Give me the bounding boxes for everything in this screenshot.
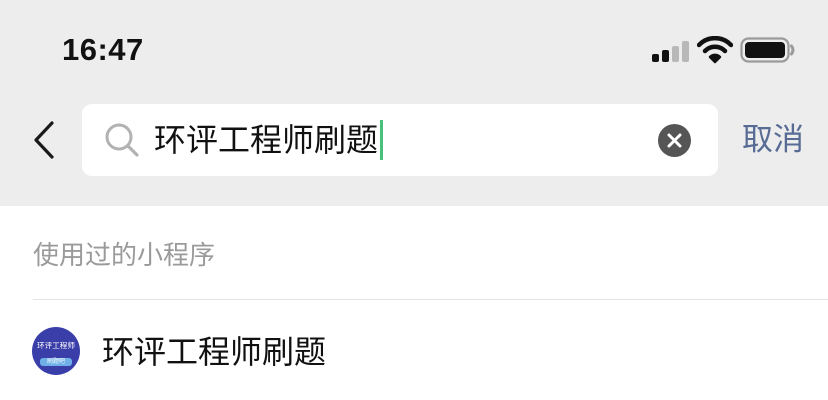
avatar-logo-badge: 刷题吧 <box>40 358 72 366</box>
cancel-button[interactable]: 取消 <box>742 118 804 162</box>
clear-search-button[interactable] <box>658 124 691 157</box>
search-query-text: 环评工程师刷题 <box>154 121 379 159</box>
search-header: 16:47 环评工程师刷题 取消 <box>0 0 828 206</box>
wifi-icon <box>696 35 734 64</box>
status-time: 16:47 <box>62 32 144 67</box>
search-field[interactable]: 环评工程师刷题 <box>82 104 718 176</box>
text-cursor <box>380 120 384 160</box>
section-title-used-mini-programs: 使用过的小程序 <box>33 241 216 271</box>
cellular-signal-icon <box>652 40 692 62</box>
back-button[interactable] <box>28 118 62 162</box>
clear-icon <box>667 133 682 148</box>
mini-program-name: 环评工程师刷题 <box>102 333 327 371</box>
search-icon <box>104 122 140 158</box>
avatar-logo-badge-text: 刷题吧 <box>46 358 65 365</box>
search-input[interactable]: 环评工程师刷题 <box>154 116 384 164</box>
battery-icon <box>740 37 796 63</box>
avatar-logo-text: 环评工程师 <box>37 341 75 350</box>
list-item[interactable]: 环评工程师 刷题吧 环评工程师刷题 <box>0 300 828 400</box>
mini-program-avatar: 环评工程师 刷题吧 <box>32 327 80 375</box>
chevron-left-icon <box>34 121 54 159</box>
